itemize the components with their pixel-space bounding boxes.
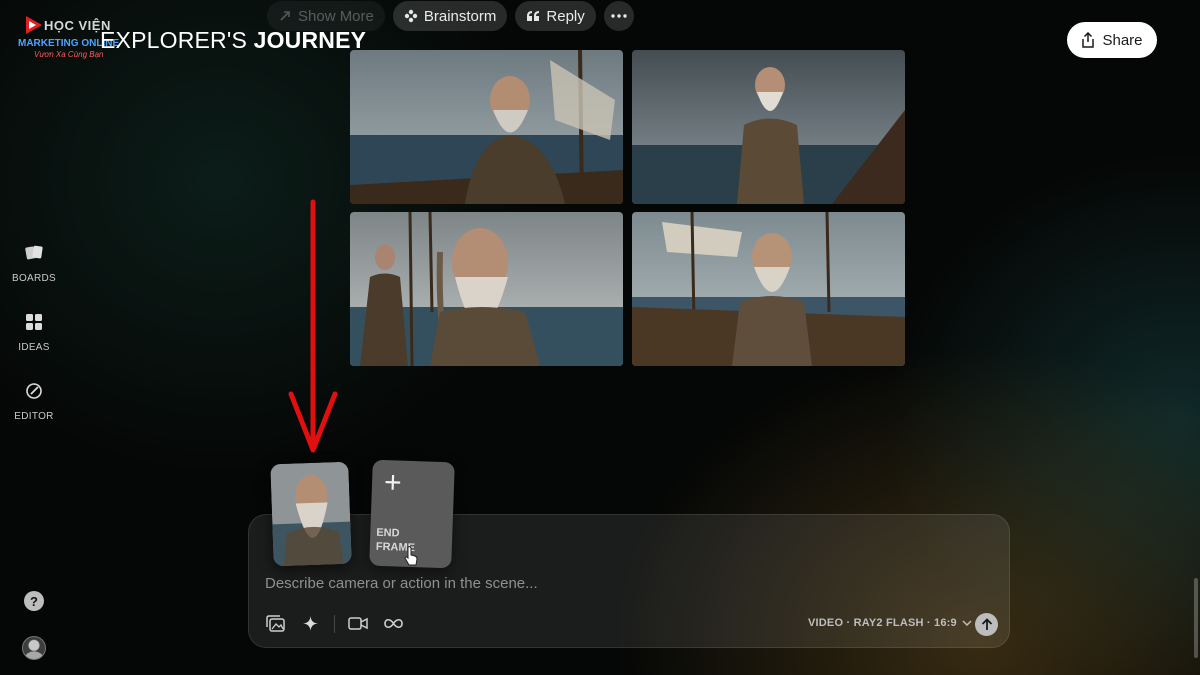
sidebar-label-boards: BOARDS (11, 273, 57, 284)
brainstorm-label: Brainstorm (423, 7, 497, 25)
sidebar-label-ideas: IDEAS (18, 342, 50, 353)
loop-infinity-icon[interactable] (383, 615, 404, 632)
share-button[interactable]: Share (1067, 22, 1157, 58)
sidebar-item-boards[interactable]: BOARDS (10, 244, 58, 286)
sidebar-item-ideas[interactable]: IDEAS (10, 313, 58, 355)
share-label: Share (1102, 31, 1143, 49)
start-frame-thumbnail[interactable] (270, 461, 352, 567)
ellipsis-icon (611, 14, 627, 18)
help-button[interactable]: ? (24, 591, 44, 611)
brainstorm-icon (404, 9, 418, 23)
sidebar-label-editor: EDITOR (14, 411, 54, 422)
chevron-down-icon (962, 620, 972, 626)
response-toolbar: Show More Brainstorm Reply (267, 1, 634, 31)
sparkle-icon[interactable] (302, 615, 319, 632)
hand-cursor-icon (404, 546, 418, 566)
composer-divider (334, 615, 335, 633)
add-end-frame-icon: + (383, 466, 403, 500)
board-title[interactable]: EXPLORER'S JOURNEY (100, 27, 366, 54)
logo-mark-icon (26, 16, 42, 34)
show-more-label: Show More (298, 7, 374, 25)
video-camera-icon[interactable] (348, 615, 368, 632)
generated-image-2[interactable] (632, 50, 905, 204)
more-options-button[interactable] (603, 1, 634, 31)
reply-button[interactable]: Reply (515, 1, 596, 31)
show-more-icon (280, 11, 290, 21)
reply-label: Reply (546, 7, 585, 25)
scene-prompt-input[interactable] (265, 572, 865, 594)
annotation-arrow-icon (288, 199, 338, 453)
image-reference-icon[interactable] (266, 615, 285, 632)
ideas-icon (26, 314, 42, 330)
submit-button[interactable] (975, 613, 998, 636)
generated-image-3[interactable] (350, 212, 623, 366)
arrow-up-icon (981, 618, 992, 630)
editor-icon (26, 383, 42, 399)
boards-icon (25, 245, 43, 260)
model-selector-label: VIDEO · RAY2 FLASH · 16:9 (808, 617, 957, 629)
page-scrollbar[interactable] (1194, 578, 1198, 658)
quote-icon (527, 11, 540, 21)
sidebar-item-editor[interactable]: EDITOR (10, 382, 58, 424)
show-more-button[interactable]: Show More (267, 1, 385, 31)
board-title-light: EXPLORER'S (100, 27, 247, 53)
share-icon (1082, 32, 1095, 48)
generated-image-1[interactable] (350, 50, 623, 204)
watermark-line3: Vươn Xa Cùng Bạn (34, 50, 104, 59)
generated-image-4[interactable] (632, 212, 905, 366)
model-selector[interactable]: VIDEO · RAY2 FLASH · 16:9 (808, 617, 972, 629)
avatar[interactable] (22, 636, 46, 660)
brainstorm-button[interactable]: Brainstorm (392, 1, 508, 31)
